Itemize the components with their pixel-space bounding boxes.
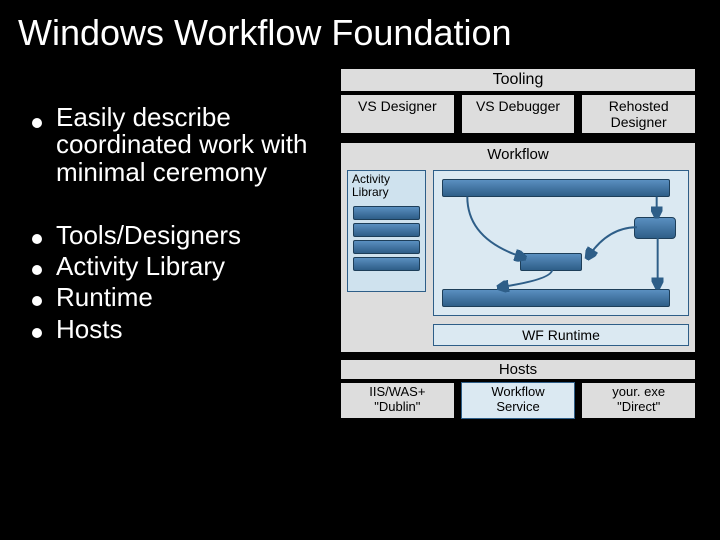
activity-item-icon bbox=[353, 223, 420, 237]
wf-runtime-box: WF Runtime bbox=[433, 324, 689, 346]
activity-item-icon bbox=[353, 206, 420, 220]
bullet-text: Tools/Designers bbox=[56, 222, 241, 249]
tooling-item-rehosted-designer: Rehosted Designer bbox=[581, 94, 696, 134]
hosts-row: IIS/WAS+ "Dublin" Workflow Service your.… bbox=[340, 382, 696, 419]
host-line2: "Dublin" bbox=[374, 399, 420, 414]
tooling-item-vs-debugger: VS Debugger bbox=[461, 94, 576, 134]
bullet-dot-icon bbox=[32, 234, 42, 244]
host-line1: IIS/WAS+ bbox=[369, 384, 425, 399]
host-line1: Workflow bbox=[491, 384, 544, 399]
bullet-dot-icon bbox=[32, 296, 42, 306]
activity-item-icon bbox=[353, 257, 420, 271]
workflow-body: Activity Library bbox=[341, 164, 695, 352]
list-item: Runtime bbox=[32, 284, 330, 311]
workflow-header: Workflow bbox=[341, 143, 695, 164]
bullet-text: Hosts bbox=[56, 316, 122, 343]
bullet-dot-icon bbox=[32, 265, 42, 275]
diagram-column: Tooling VS Designer VS Debugger Rehosted… bbox=[340, 54, 720, 532]
host-line1: your. exe bbox=[612, 384, 665, 399]
hosts-header: Hosts bbox=[340, 359, 696, 380]
content-area: Easily describe coordinated work with mi… bbox=[0, 54, 720, 532]
list-item: Tools/Designers bbox=[32, 222, 330, 249]
bullet-dot-icon bbox=[32, 328, 42, 338]
page-title: Windows Workflow Foundation bbox=[0, 0, 720, 54]
architecture-diagram: Tooling VS Designer VS Debugger Rehosted… bbox=[340, 68, 696, 490]
host-item-direct: your. exe "Direct" bbox=[581, 382, 696, 419]
activity-library-box: Activity Library bbox=[347, 170, 426, 292]
bullet-text: Runtime bbox=[56, 284, 153, 311]
bullet-primary-text: Easily describe coordinated work with mi… bbox=[56, 104, 330, 186]
workflow-flow-area bbox=[433, 170, 689, 316]
host-line2: "Direct" bbox=[617, 399, 660, 414]
flow-arrows-icon bbox=[434, 171, 688, 315]
tooling-item-vs-designer: VS Designer bbox=[340, 94, 455, 134]
tooling-row: VS Designer VS Debugger Rehosted Designe… bbox=[340, 94, 696, 134]
tooling-header: Tooling bbox=[340, 68, 696, 92]
activity-item-icon bbox=[353, 240, 420, 254]
bullet-text: Activity Library bbox=[56, 253, 225, 280]
list-item: Activity Library bbox=[32, 253, 330, 280]
bullet-dot-icon bbox=[32, 118, 42, 128]
workflow-container: Workflow Activity Library bbox=[340, 142, 696, 353]
host-line2: Service bbox=[496, 399, 539, 414]
activity-library-label: Activity Library bbox=[348, 171, 425, 203]
bullet-column: Easily describe coordinated work with mi… bbox=[0, 54, 340, 532]
host-item-dublin: IIS/WAS+ "Dublin" bbox=[340, 382, 455, 419]
bullet-primary: Easily describe coordinated work with mi… bbox=[32, 104, 330, 186]
bullet-list: Tools/Designers Activity Library Runtime… bbox=[32, 222, 330, 343]
list-item: Hosts bbox=[32, 316, 330, 343]
host-item-workflow-service: Workflow Service bbox=[461, 382, 576, 419]
